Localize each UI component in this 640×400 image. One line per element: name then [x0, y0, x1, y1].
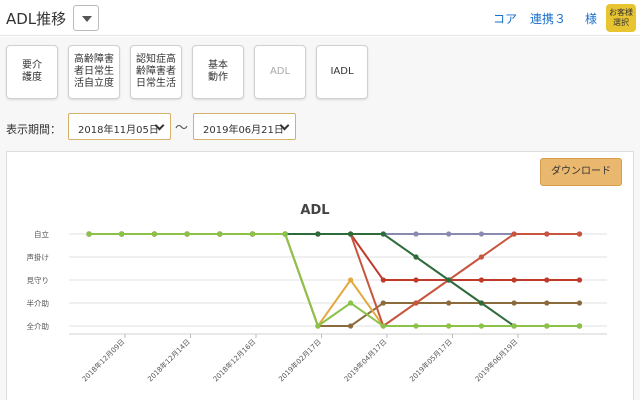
end-date-select[interactable]: 2019年06月21日 [193, 113, 296, 140]
x-tick-label: 2018年12月16日 [211, 337, 257, 383]
data-point [544, 323, 550, 329]
user-name-link[interactable]: 様 [585, 10, 597, 27]
data-point [184, 231, 190, 237]
care-level-button[interactable]: 要介 護度 [6, 45, 58, 99]
x-tick-label: 2019年04月17日 [342, 337, 388, 383]
end-date-value: 2019年06月21日 [203, 125, 284, 136]
data-point [151, 231, 157, 237]
adl-line-chart: ADL 全介助 半介助 見守り 声掛け 自立 2018年12月09日 2018年12月14… [27, 203, 607, 383]
customer-select-button[interactable]: お客様 選択 [606, 4, 636, 32]
caret-down-icon [82, 16, 92, 22]
data-point [544, 231, 550, 237]
customer-select-label: お客様 選択 [609, 8, 633, 27]
top-bar: ADL推移 コア 連携３ 様 お客様 選択 [0, 0, 640, 36]
data-point [544, 277, 550, 283]
data-point [413, 323, 419, 329]
iadl-button[interactable]: IADL [316, 45, 368, 99]
menu-dropdown-button[interactable] [73, 5, 99, 31]
data-point [348, 231, 354, 237]
data-point [348, 277, 354, 283]
x-tick-label: 2018年12月09日 [80, 337, 126, 383]
start-date-select[interactable]: 2018年11月05日 [68, 113, 171, 140]
data-point [576, 231, 583, 237]
y-tick-label: 全介助 [27, 321, 50, 331]
data-point [380, 323, 386, 329]
data-point [511, 277, 517, 283]
x-tick-label: 2019年05月17日 [407, 337, 453, 383]
page-title: ADL推移 [6, 10, 67, 28]
core-link[interactable]: コア [493, 10, 517, 27]
data-point [282, 231, 288, 237]
chart-panel: ダウンロード ADL 全介助 半介助 見守り 声掛け 自立 2018年12月09日 201… [6, 151, 634, 400]
data-point [511, 231, 517, 237]
data-point [544, 300, 550, 306]
y-tick-label: 声掛け [27, 252, 50, 262]
basic-motion-button[interactable]: 基本 動作 [192, 45, 244, 99]
data-point [576, 300, 583, 306]
data-point [446, 231, 452, 237]
data-point [478, 323, 484, 329]
data-point [511, 300, 517, 306]
dementia-independence-button[interactable]: 認知症高 齢障害者 日常生活 [130, 45, 182, 99]
y-tick-label: 見守り [27, 275, 50, 285]
chart-title: ADL [300, 203, 329, 218]
data-point [119, 231, 125, 237]
data-point [315, 323, 321, 329]
data-point [217, 231, 223, 237]
x-tick-label: 2018年12月14日 [145, 337, 191, 383]
elderly-independence-button[interactable]: 高齢障害 者日常生 活自立度 [68, 45, 120, 99]
data-point [380, 231, 386, 237]
period-label: 表示期間： [6, 123, 61, 136]
data-point [348, 300, 354, 306]
data-point [413, 277, 419, 283]
data-point [380, 277, 386, 283]
data-point [478, 254, 484, 260]
renkei-link[interactable]: 連携３ [530, 10, 566, 27]
adl-button[interactable]: ADL [254, 45, 306, 99]
data-point [413, 300, 419, 306]
y-tick-label: 自立 [34, 229, 49, 239]
data-point [576, 323, 583, 329]
x-tick-label: 2019年02月17日 [276, 337, 322, 383]
data-point [86, 231, 92, 237]
data-point [348, 323, 354, 329]
data-point [478, 277, 484, 283]
y-tick-label: 半介助 [27, 298, 50, 308]
data-point [511, 323, 517, 329]
main-area: 要介 護度 高齢障害 者日常生 活自立度 認知症高 齢障害者 日常生活 基本 動… [0, 37, 640, 400]
x-tick-label: 2019年06月19日 [473, 337, 519, 383]
data-point [478, 231, 484, 237]
data-point [249, 231, 256, 237]
period-separator: ～ [175, 121, 189, 136]
data-point [446, 300, 452, 306]
start-date-value: 2018年11月05日 [78, 125, 159, 136]
data-point [413, 231, 419, 237]
data-point [446, 277, 452, 283]
data-point [413, 254, 419, 260]
data-point [576, 277, 583, 283]
data-point [478, 300, 484, 306]
data-point [446, 323, 452, 329]
data-point [380, 300, 386, 306]
data-point [315, 231, 321, 237]
